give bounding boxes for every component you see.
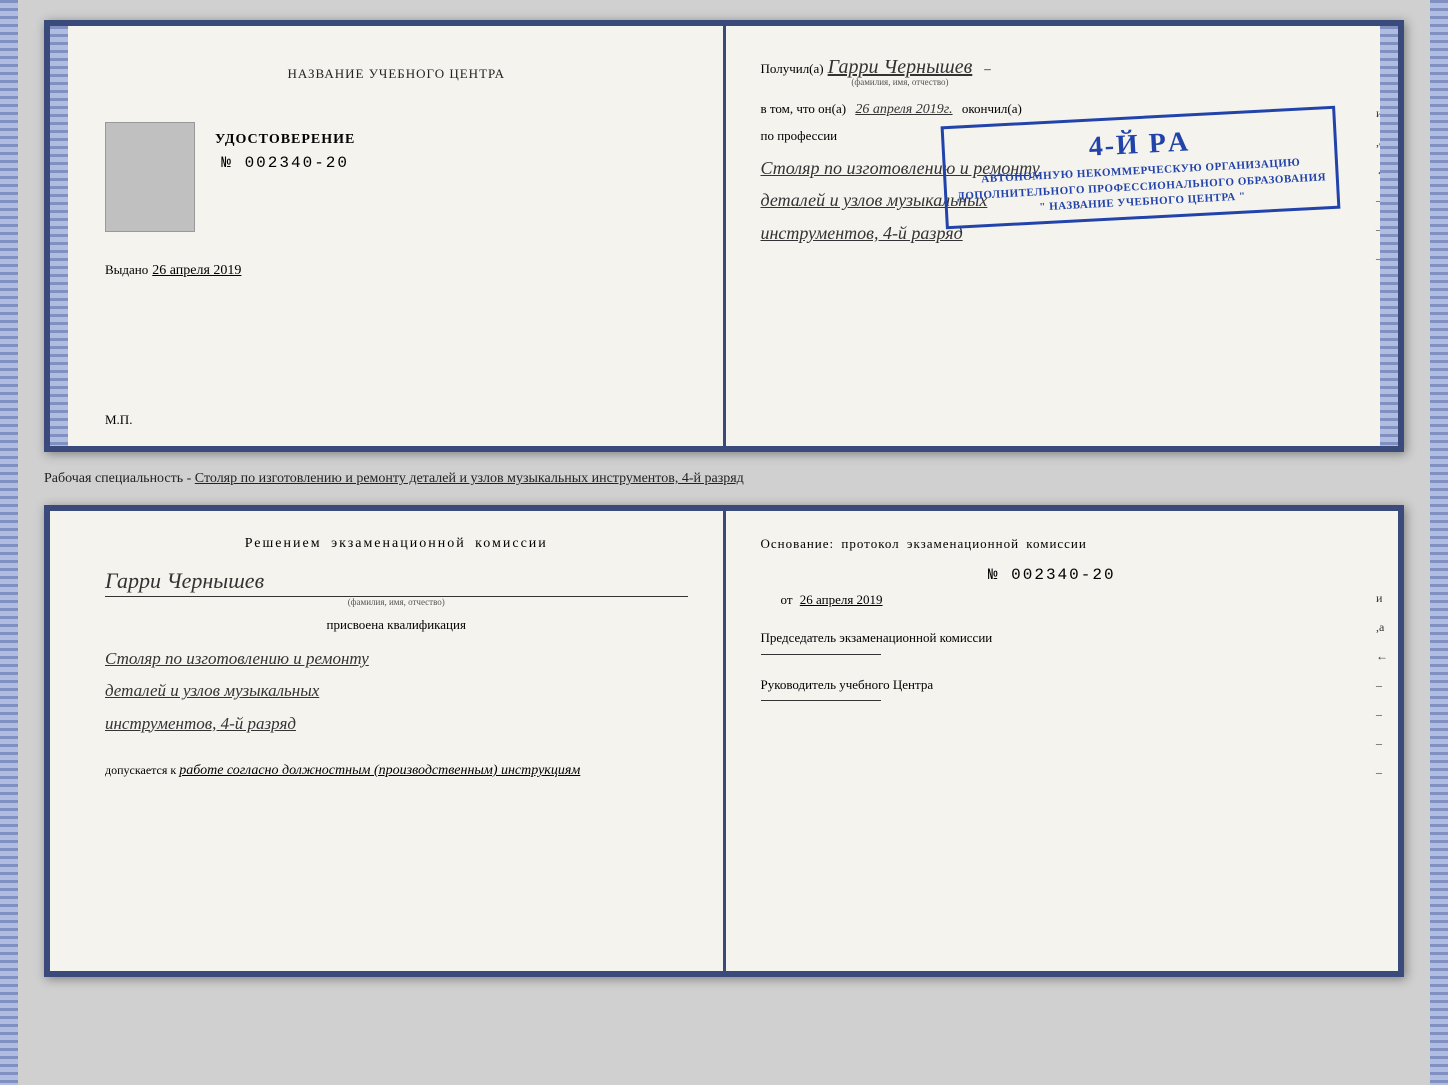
predsedatel-sig-line <box>761 654 881 655</box>
protocol-number: № 002340-20 <box>761 566 1344 584</box>
rukovoditel-sig-line <box>761 700 881 701</box>
dash-m4-b: – <box>1376 765 1388 780</box>
right-spine-top <box>1380 26 1398 446</box>
school-name-top: НАЗВАНИЕ УЧЕБНОГО ЦЕНТРА <box>105 66 688 82</box>
profession-line2: деталей и узлов музыкальных <box>761 184 1344 216</box>
mp-label: М.П. <box>105 412 132 428</box>
dash-и-b: и <box>1376 591 1388 606</box>
prisvoena-text: присвоена квалификация <box>105 617 688 633</box>
photo-udost-row: УДОСТОВЕРЕНИЕ № 002340-20 <box>105 122 688 232</box>
ot-date: 26 апреля 2019 <box>800 592 883 607</box>
dash1: – <box>984 61 991 77</box>
udost-number: № 002340-20 <box>215 154 355 172</box>
profession-line3: инструментов, 4-й разряд <box>761 217 1344 249</box>
ot-label: от <box>781 592 793 607</box>
fio-sublabel-bottom: (фамилия, имя, отчество) <box>105 597 688 607</box>
dash-m2-b: – <box>1376 707 1388 722</box>
bottom-document-spread: Решением экзаменационной комиссии Гарри … <box>44 505 1404 977</box>
rukovoditel-label: Руководитель учебного Центра <box>761 675 1344 695</box>
kvalif-line2: деталей и узлов музыкальных <box>105 675 688 707</box>
vtom-suffix: окончил(а) <box>962 101 1022 116</box>
kvalif-line3: инструментов, 4-й разряд <box>105 708 688 740</box>
bottom-right-page: Основание: протокол экзаменационной коми… <box>726 511 1399 971</box>
bottom-name-handwritten: Гарри Чернышев <box>105 568 264 593</box>
ot-line: от 26 апреля 2019 <box>761 592 1344 608</box>
caption-block: Рабочая специальность - Столяр по изгото… <box>44 468 1404 489</box>
rukovoditel-block: Руководитель учебного Центра <box>761 675 1344 702</box>
predsedatel-label: Председатель экзаменационной комиссии <box>761 628 1344 648</box>
poluchil-prefix: Получил(а) <box>761 61 824 77</box>
dash-m1-b: – <box>1376 678 1388 693</box>
photo-placeholder <box>105 122 195 232</box>
resheniem-title: Решением экзаменационной комиссии <box>105 536 688 552</box>
kvalif-line1: Столяр по изготовлению и ремонту <box>105 643 688 675</box>
top-right-page: Получил(а) Гарри Чернышев (фамилия, имя,… <box>726 26 1399 446</box>
profession-line1: Столяр по изготовлению и ремонту <box>761 152 1344 184</box>
profession-label: по профессии <box>761 128 1344 144</box>
dash-strelka-b: ← <box>1376 649 1388 664</box>
right-top-content: Получил(а) Гарри Чернышев (фамилия, имя,… <box>761 56 1344 249</box>
vtom-line: в том, что он(а) 26 апреля 2019г. окончи… <box>761 101 1344 118</box>
caption-underlined: Столяр по изготовлению и ремонту деталей… <box>195 471 744 486</box>
left-spine-bottom <box>0 0 18 1085</box>
predsedatel-block: Председатель экзаменационной комиссии <box>761 628 1344 655</box>
dopusk-prefix: допускается к <box>105 763 176 777</box>
recipient-name: Гарри Чернышев <box>828 56 973 78</box>
poluchil-line: Получил(а) Гарри Чернышев (фамилия, имя,… <box>761 56 1344 87</box>
right-spine-bottom <box>1430 0 1448 1085</box>
right-edge-labels-bottom: и ,а ← – – – – <box>1376 591 1388 780</box>
top-left-page: НАЗВАНИЕ УЧЕБНОГО ЦЕНТРА УДОСТОВЕРЕНИЕ №… <box>50 26 726 446</box>
bottom-name-block: Гарри Чернышев (фамилия, имя, отчество) <box>105 568 688 607</box>
vydano-date: 26 апреля 2019 <box>152 263 241 279</box>
vtom-prefix: в том, что он(а) <box>761 101 847 116</box>
caption-normal: Рабочая специальность - <box>44 471 195 486</box>
osnovanie-title: Основание: протокол экзаменационной коми… <box>761 536 1344 552</box>
dopusk-block: допускается к работе согласно должностны… <box>105 760 688 782</box>
top-document-spread: НАЗВАНИЕ УЧЕБНОГО ЦЕНТРА УДОСТОВЕРЕНИЕ №… <box>44 20 1404 452</box>
vydano-label: Выдано <box>105 262 148 278</box>
udost-block: УДОСТОВЕРЕНИЕ № 002340-20 <box>215 122 355 172</box>
bottom-left-page: Решением экзаменационной комиссии Гарри … <box>50 511 726 971</box>
vydano-row: Выдано 26 апреля 2019 <box>105 262 688 279</box>
dash-а-b: ,а <box>1376 620 1388 635</box>
udost-label: УДОСТОВЕРЕНИЕ <box>215 132 355 148</box>
vtom-date: 26 апреля 2019г. <box>855 102 952 117</box>
dash-m3-b: – <box>1376 736 1388 751</box>
fio-sublabel-top: (фамилия, имя, отчество) <box>828 77 973 87</box>
dopusk-text: работе согласно должностным (производств… <box>179 763 580 778</box>
